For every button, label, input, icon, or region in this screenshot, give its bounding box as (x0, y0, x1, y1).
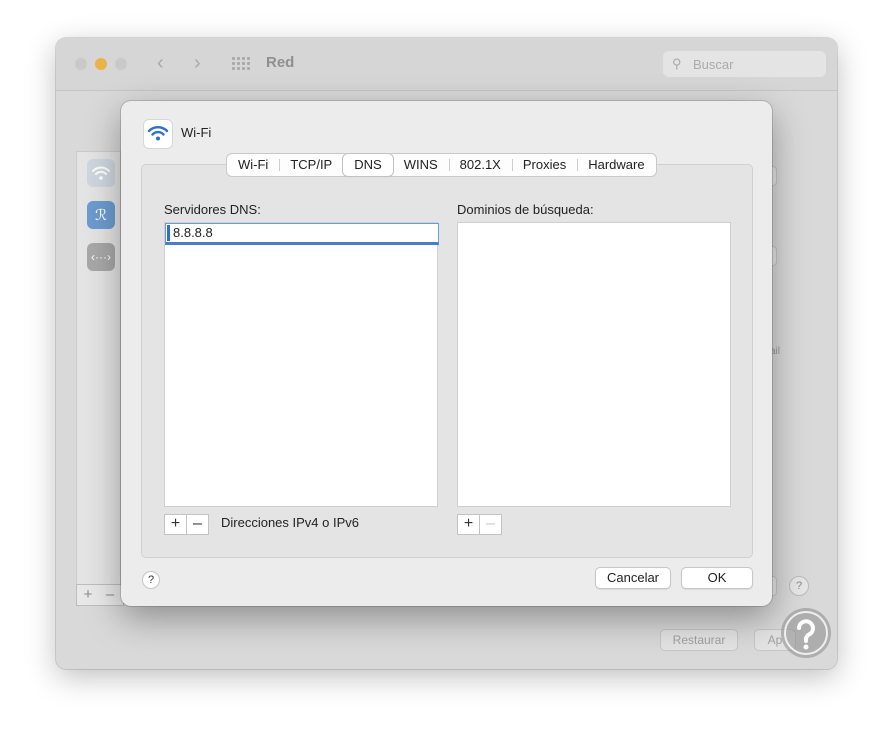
dns-servers-list[interactable]: 8.8.8.8 (164, 222, 439, 507)
search-field[interactable]: ⚲ Buscar (663, 51, 826, 77)
add-search-domain-button[interactable]: + (458, 515, 479, 534)
sidebar-item-bluetooth[interactable]: ℛ (87, 201, 115, 229)
dns-address-hint: Direcciones IPv4 o IPv6 (221, 515, 360, 530)
zoom-window-button[interactable] (115, 58, 127, 70)
search-domains-label: Dominios de búsqueda: (457, 202, 594, 217)
network-services-sidebar: ℛ ‹···› (76, 151, 121, 593)
forward-arrow-icon[interactable]: › (194, 52, 201, 75)
search-icon: ⚲ (672, 56, 682, 71)
help-button[interactable]: ? (142, 571, 160, 589)
dns-server-row[interactable]: 8.8.8.8 (165, 223, 439, 245)
add-dns-server-button[interactable]: + (165, 515, 186, 534)
ethernet-dots-icon: ‹···› (91, 250, 111, 264)
tab-dns[interactable]: DNS (343, 154, 393, 176)
remove-dns-server-button[interactable]: – (186, 515, 208, 534)
title-bar: ‹ › Red ⚲ Buscar (56, 38, 837, 91)
background-control (772, 166, 777, 186)
tab-wifi[interactable]: Wi-Fi (227, 154, 279, 176)
wifi-icon (147, 126, 169, 141)
search-domains-list[interactable] (457, 222, 731, 507)
tab-hardware[interactable]: Hardware (577, 154, 655, 176)
back-arrow-icon[interactable]: ‹ (157, 52, 164, 75)
cancel-button[interactable]: Cancelar (595, 567, 671, 589)
sidebar-add-button[interactable]: + (77, 585, 99, 604)
sidebar-add-remove: + – (76, 584, 124, 606)
sidebar-remove-button[interactable]: – (99, 585, 121, 604)
tab-tcpip[interactable]: TCP/IP (279, 154, 343, 176)
wifi-advanced-sheet: Wi-Fi Servidores DNS: 8.8.8.8 + – Direcci… (121, 101, 772, 606)
background-control (772, 246, 777, 266)
show-all-grid-icon[interactable] (232, 57, 250, 71)
background-control (772, 576, 777, 596)
text-caret (167, 225, 170, 241)
tab-content-panel: Servidores DNS: 8.8.8.8 + – Direcciones I… (141, 164, 753, 558)
sheet-title: Wi-Fi (181, 125, 212, 140)
bluetooth-icon: ℛ (95, 207, 107, 224)
watermark-logo (781, 608, 831, 658)
remove-search-domain-button[interactable]: – (479, 515, 501, 534)
window-title: Red (266, 54, 295, 71)
settings-tab-bar: Wi-Fi TCP/IP DNS WINS 802.1X Proxies Har… (226, 153, 657, 177)
restore-button[interactable]: Restaurar (660, 629, 738, 651)
search-placeholder: Buscar (693, 57, 734, 72)
wifi-badge (143, 119, 173, 149)
ok-button[interactable]: OK (681, 567, 753, 589)
dns-server-value: 8.8.8.8 (173, 225, 213, 240)
dns-servers-add-remove: + – (164, 514, 209, 535)
tab-wins[interactable]: WINS (393, 154, 449, 176)
search-domains-add-remove: + – (457, 514, 502, 535)
tab-8021x[interactable]: 802.1X (448, 154, 512, 176)
background-help-button[interactable]: ? (789, 576, 809, 596)
minimize-window-button[interactable] (95, 58, 107, 70)
tab-proxies[interactable]: Proxies (511, 154, 577, 176)
wifi-icon (92, 166, 110, 180)
close-window-button[interactable] (75, 58, 87, 70)
dns-servers-label: Servidores DNS: (164, 202, 261, 217)
sidebar-item-wifi[interactable] (87, 159, 115, 187)
sidebar-item-ethernet[interactable]: ‹···› (87, 243, 115, 271)
